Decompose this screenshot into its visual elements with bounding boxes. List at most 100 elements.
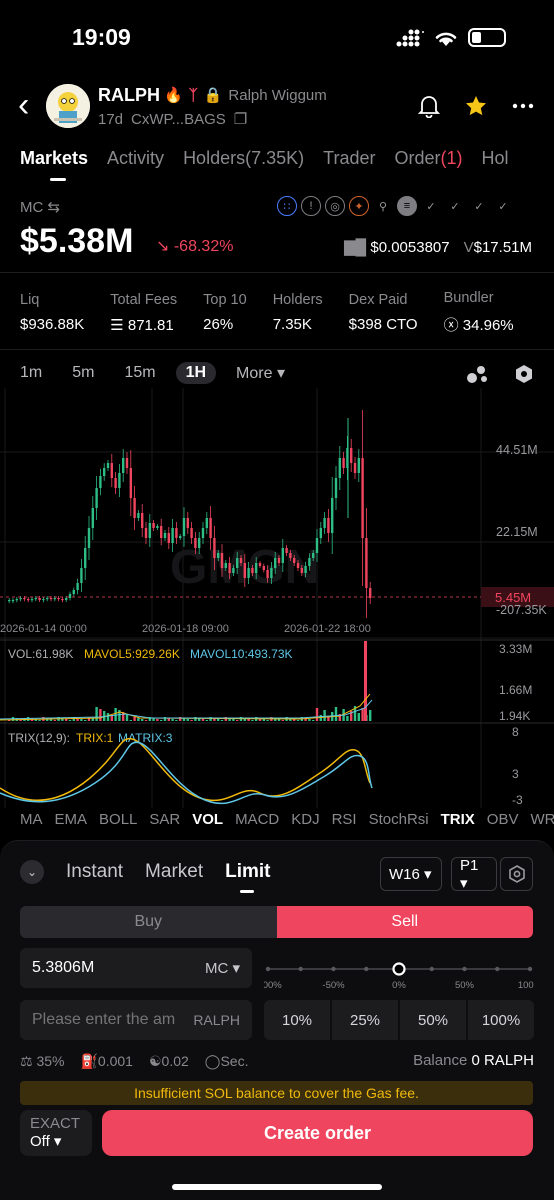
fox-icon[interactable]: ✦ bbox=[349, 196, 369, 216]
slider-tick bbox=[331, 966, 336, 972]
more-icon[interactable] bbox=[512, 103, 534, 109]
timeframe-more[interactable]: More ▾ bbox=[236, 363, 285, 383]
search-icon[interactable]: ⚲ bbox=[373, 196, 393, 216]
volume-bar bbox=[160, 720, 163, 721]
drawing-tools-icon[interactable] bbox=[466, 364, 488, 384]
tab-holders[interactable]: Holders(7.35K) bbox=[183, 148, 304, 169]
indicator-ma[interactable]: MA bbox=[20, 811, 43, 828]
slippage-item: ⚖ 35% bbox=[20, 1053, 64, 1070]
create-order-button[interactable]: Create order bbox=[102, 1110, 533, 1156]
candle-body bbox=[262, 566, 265, 570]
check-icon-3: ✓ bbox=[474, 200, 484, 213]
candle-body bbox=[99, 476, 102, 488]
info-icon[interactable]: ! bbox=[301, 196, 321, 216]
trigger-unit-select[interactable]: MC ▾ bbox=[205, 959, 240, 977]
sec-item: ◯Sec. bbox=[205, 1053, 249, 1070]
collapse-icon[interactable]: ⌄ bbox=[20, 860, 44, 884]
divider bbox=[0, 272, 554, 273]
timeframe-5m[interactable]: 5m bbox=[72, 364, 94, 382]
indicator-trix[interactable]: TRIX bbox=[441, 811, 475, 828]
candle-body bbox=[243, 563, 246, 578]
candle-body bbox=[247, 568, 250, 578]
list-icon[interactable]: ≡ bbox=[397, 196, 417, 216]
candle-body bbox=[205, 518, 208, 528]
candle-body bbox=[308, 558, 311, 566]
pct-10-button[interactable]: 10% bbox=[264, 1000, 330, 1040]
pct-50-button[interactable]: 50% bbox=[400, 1000, 466, 1040]
bell-icon[interactable] bbox=[418, 94, 440, 118]
check-icon-2: ✓ bbox=[450, 200, 460, 213]
token-price: $0.0053807 bbox=[370, 239, 450, 256]
check-icon-4: ✓ bbox=[498, 200, 508, 213]
candle-body bbox=[163, 533, 167, 538]
price-chart[interactable]: GMGN5.45M44.51M22.15M-207.35K2026-01-14 … bbox=[0, 388, 554, 808]
tip-value: 0.02 bbox=[161, 1053, 189, 1069]
order-type-instant[interactable]: Instant bbox=[66, 861, 123, 883]
preset-select[interactable]: W16 ▾ bbox=[380, 857, 442, 891]
trix-axis-label: -3 bbox=[512, 793, 523, 807]
candle-body bbox=[122, 458, 125, 473]
candle-body bbox=[338, 458, 341, 478]
pct-25-button[interactable]: 25% bbox=[332, 1000, 398, 1040]
stat-total-fees: Total Fees ☰ 871.81 bbox=[110, 292, 177, 334]
tab-trader[interactable]: Trader bbox=[323, 148, 375, 169]
amount-field[interactable]: RALPH bbox=[20, 1000, 252, 1040]
order-type-limit[interactable]: Limit bbox=[225, 861, 271, 893]
candle-body bbox=[95, 488, 98, 508]
back-button[interactable]: ‹ bbox=[18, 88, 29, 122]
tab-activity[interactable]: Activity bbox=[107, 148, 164, 169]
settings-icon[interactable] bbox=[514, 364, 534, 384]
indicator-wr[interactable]: WR bbox=[530, 811, 554, 828]
indicator-vol[interactable]: VOL bbox=[192, 811, 223, 828]
tab-order[interactable]: Order(1) bbox=[394, 148, 462, 169]
tab-order-label: Order bbox=[394, 148, 441, 168]
copy-icon[interactable]: ❐ bbox=[234, 110, 247, 128]
order-settings-button[interactable] bbox=[500, 857, 533, 891]
volume-bar bbox=[281, 720, 284, 721]
shield-icon: ◯ bbox=[204, 1053, 221, 1069]
buy-tab[interactable]: Buy bbox=[20, 906, 277, 938]
bundle-icon[interactable]: ∷ bbox=[277, 196, 297, 216]
indicator-sar[interactable]: SAR bbox=[149, 811, 180, 828]
indicator-macd[interactable]: MACD bbox=[235, 811, 279, 828]
trigger-mc-field[interactable]: 5.3806M MC ▾ bbox=[20, 948, 252, 988]
candle-body bbox=[49, 598, 53, 600]
indicator-rsi[interactable]: RSI bbox=[332, 811, 357, 828]
volume-bar bbox=[312, 720, 315, 721]
star-icon[interactable] bbox=[464, 94, 488, 118]
candle-body bbox=[353, 463, 357, 473]
sell-tab[interactable]: Sell bbox=[276, 906, 533, 938]
priority-fee-item: ⛽0.001 bbox=[80, 1053, 132, 1070]
trade-settings-row[interactable]: ⚖ 35% ⛽0.001 ☯0.02 ◯Sec. bbox=[20, 1053, 248, 1070]
volume-bar bbox=[95, 707, 98, 721]
candle-body bbox=[156, 526, 159, 528]
volume-bar bbox=[357, 713, 360, 721]
globe-icon[interactable]: ◎ bbox=[325, 196, 345, 216]
indicator-obv[interactable]: OBV bbox=[487, 811, 519, 828]
stat-dex-paid: Dex Paid $398 CTO bbox=[349, 292, 418, 333]
candle-body bbox=[277, 558, 281, 563]
order-type-market[interactable]: Market bbox=[145, 861, 203, 883]
tab-holders-2[interactable]: Hol bbox=[482, 148, 509, 169]
candle-body bbox=[137, 513, 140, 518]
candle-body bbox=[350, 448, 353, 463]
timeframe-15m[interactable]: 15m bbox=[124, 364, 155, 382]
exact-toggle[interactable]: EXACT Off ▾ bbox=[20, 1110, 92, 1156]
price-item: ▇█ $0.0053807 bbox=[344, 238, 450, 256]
candle-body bbox=[53, 598, 56, 600]
percent-slider[interactable]: -100% -50% 0% 50% 100% bbox=[264, 958, 534, 992]
pct-100-button[interactable]: 100% bbox=[468, 1000, 534, 1040]
amount-input[interactable] bbox=[32, 1011, 192, 1029]
indicator-ema[interactable]: EMA bbox=[55, 811, 88, 828]
priority-select[interactable]: P1 ▾ bbox=[451, 857, 497, 892]
mc-toggle[interactable]: MC ⇆ bbox=[20, 198, 60, 216]
slider-tick bbox=[429, 966, 434, 972]
indicator-kdj[interactable]: KDJ bbox=[291, 811, 319, 828]
indicator-stochrsi[interactable]: StochRsi bbox=[369, 811, 429, 828]
timeframe-1h[interactable]: 1H bbox=[175, 362, 217, 384]
indicator-boll[interactable]: BOLL bbox=[99, 811, 137, 828]
volume-bar bbox=[141, 719, 144, 721]
stats-row[interactable]: Liq $936.88K Total Fees ☰ 871.81 Top 10 26%… bbox=[20, 290, 540, 335]
tab-markets[interactable]: Markets bbox=[20, 148, 88, 181]
timeframe-1m[interactable]: 1m bbox=[20, 364, 42, 382]
